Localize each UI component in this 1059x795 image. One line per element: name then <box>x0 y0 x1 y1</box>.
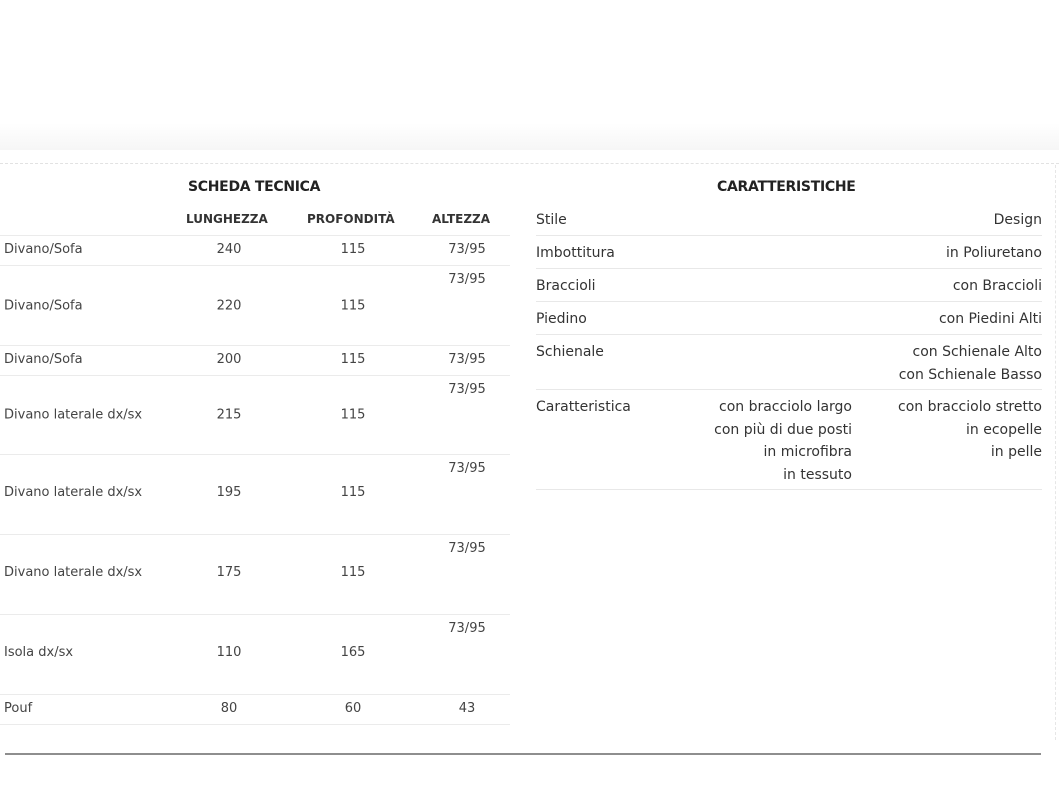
feature-value: con bracciolo stretto <box>898 399 1042 415</box>
section-divider <box>0 163 1059 164</box>
length-value: 215 <box>216 407 242 423</box>
height-value: 43 <box>458 701 476 716</box>
table-row: Divano laterale dx/sx 195 115 73/95 <box>0 455 510 535</box>
product-name: Pouf <box>4 701 33 716</box>
depth-value: 115 <box>340 407 366 423</box>
feature-label: Stile <box>536 212 567 228</box>
depth-value: 115 <box>340 298 366 313</box>
height-value: 73/95 <box>448 242 486 257</box>
feature-row-stile: Stile Design <box>536 203 1042 236</box>
length-value: 240 <box>216 242 242 257</box>
table-row: Divano/Sofa 240 115 73/95 <box>0 236 510 266</box>
features-rows: Stile Design Imbottitura in Poliuretano … <box>536 203 1042 490</box>
feature-value-list: con Schienale Alto con Schienale Basso <box>899 341 1042 386</box>
right-edge-divider <box>1055 165 1056 740</box>
length-value: 80 <box>220 701 238 716</box>
table-row: Divano/Sofa 200 115 73/95 <box>0 346 510 376</box>
height-value: 73/95 <box>448 352 486 367</box>
depth-value: 60 <box>344 701 362 716</box>
feature-value: in Poliuretano <box>946 245 1042 261</box>
table-row: Isola dx/sx 110 165 73/95 <box>0 615 510 695</box>
feature-row-caratteristica: Caratteristica con bracciolo largo con p… <box>536 390 1042 490</box>
feature-value: con Piedini Alti <box>938 311 1042 327</box>
product-name: Divano/Sofa <box>4 352 83 367</box>
table-row: Divano laterale dx/sx 215 115 73/95 <box>0 376 510 455</box>
feature-value: in microfibra <box>763 444 853 460</box>
feature-value: in ecopelle <box>966 421 1042 438</box>
length-value: 110 <box>216 645 242 660</box>
header-lunghezza: LUNGHEZZA <box>186 212 268 226</box>
feature-label: Caratteristica <box>536 399 631 415</box>
feature-value: Design <box>993 212 1042 228</box>
feature-row-braccioli: Braccioli con Braccioli <box>536 269 1042 302</box>
feature-value: con bracciolo largo <box>719 399 852 415</box>
spec-rows: Divano/Sofa 240 115 73/95 Divano/Sofa 22… <box>0 235 510 725</box>
depth-value: 165 <box>340 645 366 660</box>
height-value: 73/95 <box>448 461 486 476</box>
spec-title: SCHEDA TECNICA <box>188 179 321 195</box>
product-name: Isola dx/sx <box>4 645 74 660</box>
product-name: Divano laterale dx/sx <box>4 407 143 423</box>
feature-label: Imbottitura <box>536 245 615 261</box>
feature-values-col2: con bracciolo stretto in ecopelle in pel… <box>898 396 1042 464</box>
depth-value: 115 <box>340 565 366 580</box>
length-value: 220 <box>216 298 242 313</box>
height-value: 73/95 <box>448 541 486 556</box>
feature-label: Schienale <box>536 344 604 360</box>
product-name: Divano/Sofa <box>4 242 83 257</box>
header-altezza: ALTEZZA <box>432 212 491 226</box>
height-value: 73/95 <box>448 621 486 636</box>
feature-value: con Schienale Basso <box>898 366 1042 383</box>
feature-value: con più di due posti <box>714 421 852 438</box>
length-value: 195 <box>216 485 242 500</box>
product-name: Divano laterale dx/sx <box>4 485 143 500</box>
feature-values-col1: con bracciolo largo con più di due posti… <box>714 396 852 486</box>
features-title: CARATTERISTICHE <box>717 179 856 195</box>
feature-label: Braccioli <box>536 278 596 294</box>
table-row: Pouf 80 60 43 <box>0 695 510 725</box>
feature-value: in pelle <box>990 444 1042 460</box>
feature-value: in tessuto <box>783 466 852 483</box>
top-faded-area <box>0 0 1059 150</box>
product-name: Divano/Sofa <box>4 298 83 313</box>
feature-row-imbottitura: Imbottitura in Poliuretano <box>536 236 1042 269</box>
table-row: Divano/Sofa 220 115 73/95 <box>0 266 510 346</box>
length-value: 200 <box>216 352 242 367</box>
feature-label: Piedino <box>536 311 587 327</box>
height-value: 73/95 <box>448 382 486 397</box>
bottom-divider <box>5 753 1041 755</box>
product-name: Divano laterale dx/sx <box>4 565 143 580</box>
depth-value: 115 <box>340 485 366 500</box>
feature-row-schienale: Schienale con Schienale Alto con Schiena… <box>536 335 1042 390</box>
table-row: Divano laterale dx/sx 175 115 73/95 <box>0 535 510 615</box>
feature-row-piedino: Piedino con Piedini Alti <box>536 302 1042 335</box>
feature-value: con Braccioli <box>952 278 1042 294</box>
depth-value: 115 <box>340 352 366 367</box>
header-profondita: PROFONDITÀ <box>307 212 395 226</box>
depth-value: 115 <box>340 242 366 257</box>
length-value: 175 <box>216 565 242 580</box>
height-value: 73/95 <box>448 272 486 287</box>
feature-value: con Schienale Alto <box>912 344 1042 360</box>
